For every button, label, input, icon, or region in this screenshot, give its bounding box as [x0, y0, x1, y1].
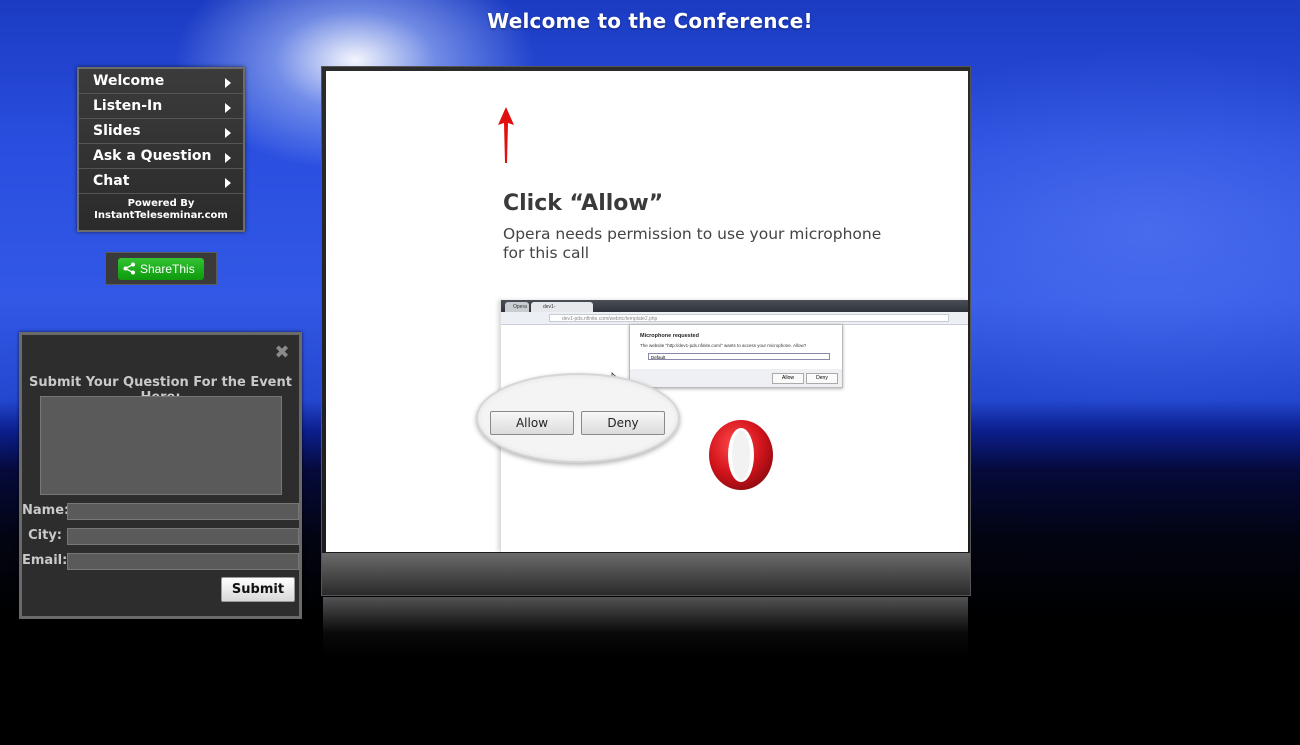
share-icon [123, 262, 135, 275]
share-this-button[interactable]: ShareThis [118, 258, 204, 280]
red-arrow-up-icon [498, 107, 514, 163]
city-field[interactable] [67, 528, 299, 545]
slide-content: Click “Allow” Opera needs permission to … [326, 71, 968, 552]
powered-by-text: Powered By [127, 198, 195, 209]
menu-item-label: Listen-In [93, 98, 163, 114]
question-textarea[interactable] [40, 396, 282, 495]
email-field[interactable] [67, 553, 299, 570]
name-field[interactable] [67, 503, 299, 520]
dialog-footer: Allow Deny [630, 369, 842, 387]
menu-item-slides[interactable]: Slides [79, 119, 243, 144]
browser-tab-opera: Opera [505, 302, 529, 312]
chevron-right-icon [225, 153, 231, 163]
chevron-right-icon [225, 78, 231, 88]
chevron-right-icon [225, 178, 231, 188]
share-label: ShareThis [140, 262, 195, 276]
email-label: Email: [22, 553, 68, 568]
dialog-allow-button: Allow [772, 373, 804, 384]
dialog-device-select: Default [648, 353, 830, 360]
chevron-right-icon [225, 128, 231, 138]
mic-permission-dialog: Microphone requested The website "http:/… [629, 324, 843, 388]
slide-frame-bottom [322, 553, 970, 595]
dialog-title: Microphone requested [640, 333, 699, 339]
browser-tab-active: dev1-pds.nfinite.com/webrtc [531, 302, 593, 320]
close-icon[interactable]: ✖ [273, 343, 291, 361]
submit-button[interactable]: Submit [221, 577, 295, 602]
menu-item-chat[interactable]: Chat [79, 169, 243, 194]
browser-tab-bar: Opera dev1-pds.nfinite.com/webrtc [501, 300, 968, 320]
menu-item-welcome[interactable]: Welcome [79, 69, 243, 94]
powered-by-site: InstantTeleseminar.com [94, 210, 228, 221]
menu-item-label: Chat [93, 173, 130, 189]
dialog-deny-button: Deny [806, 373, 838, 384]
slide-frame: Click “Allow” Opera needs permission to … [321, 66, 971, 596]
menu-item-label: Slides [93, 123, 141, 139]
opera-logo-icon [709, 420, 773, 490]
share-container: ShareThis [105, 252, 217, 285]
menu-item-ask-question[interactable]: Ask a Question [79, 144, 243, 169]
page-title: Welcome to the Conference! [487, 9, 813, 33]
menu-item-label: Ask a Question [93, 148, 212, 164]
dialog-text: The website "http://dev1-pds.nfinite.com… [640, 343, 807, 348]
city-label: City: [28, 528, 62, 543]
powered-by-link[interactable]: Powered By InstantTeleseminar.com [79, 194, 243, 222]
name-label: Name: [22, 503, 70, 518]
zoom-lens: Allow Deny [476, 373, 680, 463]
chevron-right-icon [225, 103, 231, 113]
menu-item-listen-in[interactable]: Listen-In [79, 94, 243, 119]
deny-button: Deny [581, 411, 665, 435]
allow-button: Allow [490, 411, 574, 435]
slide-heading: Click “Allow” [503, 191, 664, 216]
question-panel: ✖ Submit Your Question For the Event Her… [19, 332, 302, 619]
slide-reflection [323, 597, 968, 657]
browser-url: dev1-pds.nfinite.com/webrtc/template2.ph… [549, 314, 949, 322]
nav-menu: Welcome Listen-In Slides Ask a Question … [77, 67, 245, 232]
slide-subtext: Opera needs permission to use your micro… [503, 225, 882, 262]
menu-item-label: Welcome [93, 73, 165, 89]
